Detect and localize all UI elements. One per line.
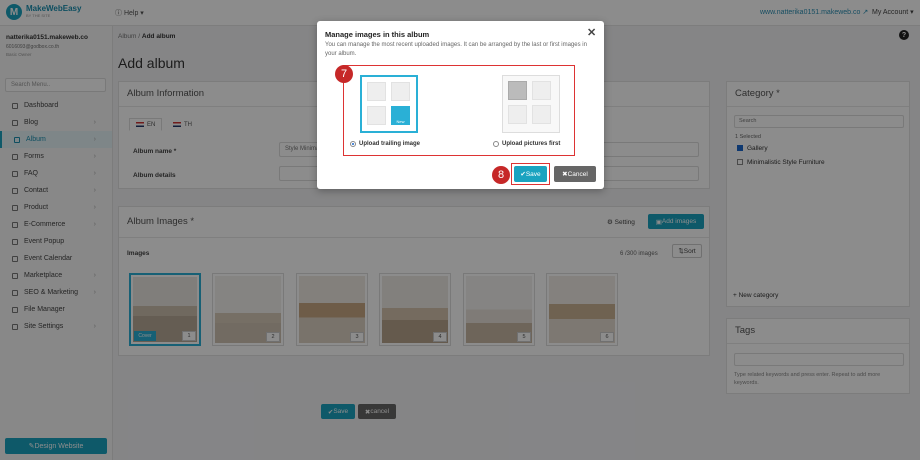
modal-save-button[interactable]: ✔ Save <box>514 166 547 182</box>
close-icon[interactable]: ✕ <box>587 26 596 39</box>
option-upload-trailing[interactable]: Upload trailing image <box>350 141 420 147</box>
image-placeholder-icon <box>367 82 386 101</box>
modal-title: Manage images in this album <box>325 30 430 39</box>
image-placeholder-icon <box>391 82 410 101</box>
new-image-icon <box>508 81 527 100</box>
image-placeholder-icon <box>532 81 551 100</box>
cancel-label: Cancel <box>567 170 588 178</box>
new-badge: New <box>396 119 405 124</box>
step-badge: 8 <box>492 166 510 184</box>
option-label: Upload trailing image <box>359 141 421 147</box>
image-placeholder-icon <box>532 105 551 124</box>
option-upload-first[interactable]: Upload pictures first <box>493 141 560 147</box>
step-badge: 7 <box>335 65 353 83</box>
modal-cancel-button[interactable]: ✖ Cancel <box>554 166 596 182</box>
new-image-icon: New <box>391 106 410 125</box>
option-card-first[interactable] <box>502 75 560 133</box>
save-label: Save <box>525 170 541 178</box>
modal-description: You can manage the most recent uploaded … <box>325 42 587 57</box>
radio-icon <box>493 141 499 147</box>
image-placeholder-icon <box>508 105 527 124</box>
image-placeholder-icon <box>367 106 386 125</box>
upload-order-options: New Upload trailing image Upload picture… <box>343 65 575 156</box>
option-card-trailing[interactable]: New <box>360 75 418 133</box>
radio-selected-icon <box>350 141 356 147</box>
manage-images-modal: Manage images in this album ✕ You can ma… <box>317 21 604 189</box>
option-label: Upload pictures first <box>502 141 561 147</box>
